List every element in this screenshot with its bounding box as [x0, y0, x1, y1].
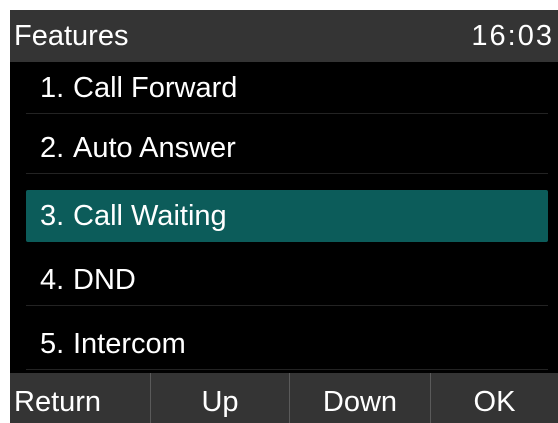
menu-item-number: 4. [40, 264, 65, 296]
menu-item-label: Call Waiting [73, 200, 227, 232]
menu-item-call-forward[interactable]: 1. Call Forward [26, 62, 548, 114]
title-bar: Features 16:03 [10, 10, 558, 62]
menu-item-label: Call Forward [73, 72, 238, 104]
softkey-bar: Return Up Down OK [10, 373, 558, 423]
menu-item-number: 5. [40, 328, 65, 360]
page-title: Features [14, 20, 129, 52]
menu-item-label: Intercom [73, 328, 186, 360]
menu-item-label: DND [73, 264, 136, 296]
up-button[interactable]: Up [150, 373, 289, 423]
menu-item-number: 1. [40, 72, 65, 104]
menu-item-intercom[interactable]: 5. Intercom [26, 318, 548, 370]
menu-item-number: 2. [40, 132, 65, 164]
down-button[interactable]: Down [289, 373, 430, 423]
ok-button[interactable]: OK [430, 373, 558, 423]
menu-item-dnd[interactable]: 4. DND [26, 254, 548, 306]
menu-item-call-waiting[interactable]: 3. Call Waiting [26, 190, 548, 242]
return-button[interactable]: Return [10, 373, 150, 423]
menu-item-number: 3. [40, 200, 65, 232]
phone-screen: Features 16:03 1. Call Forward 2. Auto Ans… [10, 10, 558, 423]
clock: 16:03 [471, 20, 554, 52]
menu-item-auto-answer[interactable]: 2. Auto Answer [26, 122, 548, 174]
menu-item-label: Auto Answer [73, 132, 236, 164]
